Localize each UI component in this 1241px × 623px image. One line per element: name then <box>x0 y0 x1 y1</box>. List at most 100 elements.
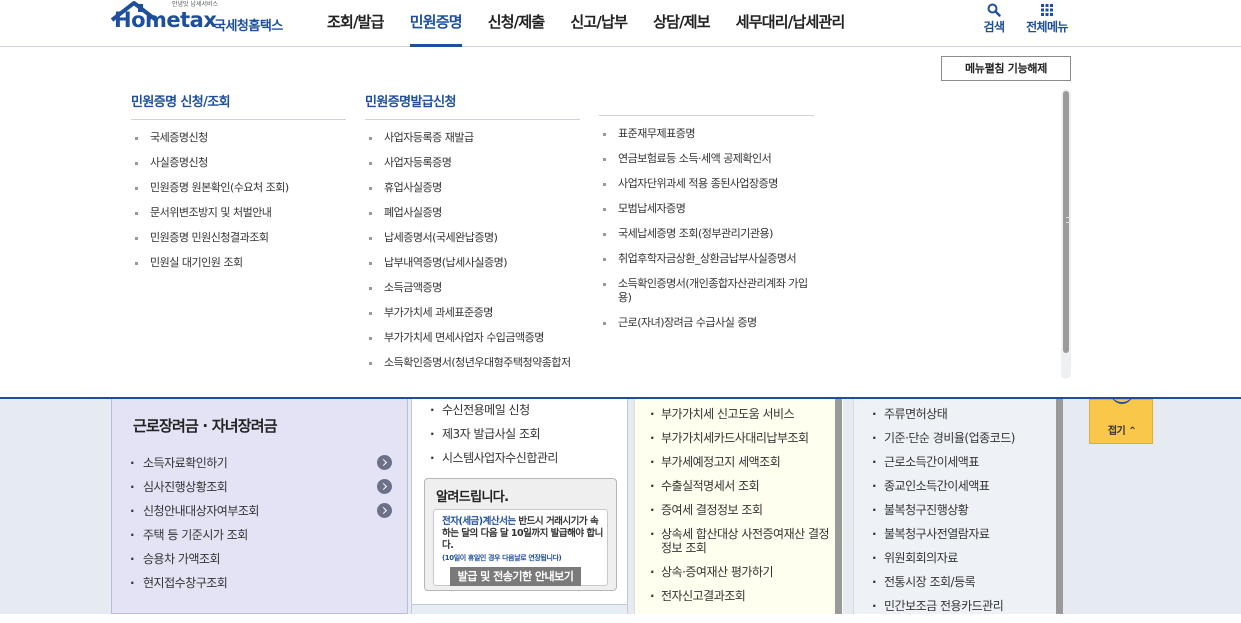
menu-item[interactable]: 민원증명 민원신청결과조회 <box>131 231 346 245</box>
menu-item[interactable]: 사실증명신청 <box>131 156 346 170</box>
menu-item[interactable]: 납부내역증명(납세사실증명) <box>365 256 580 270</box>
all-menu-label: 전체메뉴 <box>1026 20 1068 34</box>
earned-income-credit-list: 소득자료확인하기 심사진행상황조회 신청안내대상자여부조회 주택 등 기준시가 … <box>130 455 392 599</box>
list-item[interactable]: 주택 등 기준시가 조회 <box>130 527 392 551</box>
list-item[interactable]: 소득자료확인하기 <box>130 455 392 479</box>
menu-item[interactable]: 납세증명서(국세완납증명) <box>365 231 580 245</box>
mega-column-list: 사업자등록증 재발급 사업자등록증명 휴업사실증명 폐업사실증명 납세증명서(국… <box>365 131 580 367</box>
menu-item[interactable]: 근로(자녀)장려금 수급사실 증명 <box>599 316 814 330</box>
logo-tagline: 안녕맛 납세서비스 <box>172 1 219 8</box>
global-nav: 조회/발급 민원증명 신청/제출 신고/납부 상담/제보 세무대리/납세관리 <box>314 0 857 47</box>
search-icon <box>987 3 1001 17</box>
menu-item[interactable]: 사업자등록증명 <box>365 156 580 170</box>
list-item[interactable]: 불복청구사전열람자료 <box>872 527 1052 541</box>
list-item[interactable]: 상속·증여재산 평가하기 <box>650 565 832 579</box>
list-item[interactable]: 증여세 결정정보 조회 <box>650 503 832 517</box>
mega-menu-scrollbar[interactable] <box>1061 89 1071 379</box>
list-item[interactable]: 민간보조금 전용카드관리 <box>872 599 1052 613</box>
menu-item[interactable]: 소득확인증명서(개인종합자산관리계좌 가입용) <box>599 277 814 305</box>
list-item[interactable]: 현지접수창구조회 <box>130 575 392 599</box>
menu-item[interactable]: 문서위변조방지 및 처벌안내 <box>131 206 346 220</box>
nav-civil-certificates[interactable]: 민원증명 <box>397 0 475 47</box>
menu-item[interactable]: 국세납세증명 조회(정부관리기관용) <box>599 227 814 241</box>
mega-column-civil-request: 민원증명 신청/조회 국세증명신청 사실증명신청 민원증명 원본확인(수요처 조… <box>131 91 346 281</box>
list-item[interactable]: 위원회회의자료 <box>872 551 1052 565</box>
go-arrow-icon[interactable] <box>377 479 392 494</box>
menu-item[interactable]: 모범납세자증명 <box>599 202 814 216</box>
list-item[interactable]: 부가세예정고지 세액조회 <box>650 455 832 469</box>
menu-item[interactable]: 취업후학자금상환_상환금납부사실증명서 <box>599 252 814 266</box>
mega-column-certificate-issue: 민원증명발급신청 사업자등록증 재발급 사업자등록증명 휴업사실증명 폐업사실증… <box>365 91 580 367</box>
list-item[interactable]: 승용차 가액조회 <box>130 551 392 575</box>
list-item[interactable]: 부가가치세 신고도움 서비스 <box>650 407 832 421</box>
issuance-deadline-guide-button[interactable]: 발급 및 전송기한 안내보기 <box>450 567 581 586</box>
menu-item[interactable]: 소득확인증명서(청년우대형주택청약종합저축 가입 및 과세특례 신청용) <box>365 356 580 367</box>
nav-apply-submit[interactable]: 신청/제출 <box>475 0 558 47</box>
list-item[interactable]: 주류면허상태 <box>872 407 1052 421</box>
list-item-label: 승용차 가액조회 <box>143 552 221 566</box>
search-button[interactable]: 검색 <box>979 0 1009 44</box>
menu-item[interactable]: 민원증명 원본확인(수요처 조회) <box>131 181 346 195</box>
go-arrow-icon[interactable] <box>377 455 392 470</box>
list-item[interactable]: 수신전용메일 신청 <box>430 402 558 426</box>
list-item[interactable]: 심사진행상황조회 <box>130 479 392 503</box>
mega-column-title: 민원증명발급신청 <box>365 91 580 120</box>
panel-scrollbar[interactable] <box>1056 399 1063 614</box>
list-item[interactable]: 수출실적명세서 조회 <box>650 479 832 493</box>
nav-tax-agent[interactable]: 세무대리/납세관리 <box>723 0 858 47</box>
scrollbar-thumb[interactable] <box>1063 91 1070 353</box>
mega-column-list: 표준재무제표증명 연금보험료등 소득·세액 공제확인서 사업자단위과세 적용 종… <box>599 127 814 330</box>
nav-consult-report[interactable]: 상담/제보 <box>640 0 723 47</box>
nav-inquiry-issue[interactable]: 조회/발급 <box>314 0 397 47</box>
fold-button[interactable]: 접기 ⌃ <box>1089 399 1153 444</box>
menu-item[interactable]: 부가가치세 과세표준증명 <box>365 306 580 320</box>
vat-services-list: 부가가치세 신고도움 서비스 부가가치세카드사대리납부조회 부가세예정고지 세액… <box>650 407 832 613</box>
tax-info-panel: 주류면허상태 기준·단순 경비율(업종코드) 근로소득간이세액표 종교인소득간이… <box>853 399 1056 614</box>
list-item-label: 현지접수창구조회 <box>143 576 228 590</box>
list-item[interactable]: 제3자 발급사실 조회 <box>430 426 558 450</box>
earned-income-credit-panel: 근로장려금 · 자녀장려금 소득자료확인하기 심사진행상황조회 신청안내대상자여… <box>111 399 408 614</box>
list-item[interactable]: 기준·단순 경비율(업종코드) <box>872 431 1052 445</box>
list-item[interactable]: 신청안내대상자여부조회 <box>130 503 392 527</box>
list-item-label: 소득자료확인하기 <box>143 456 228 470</box>
menu-item[interactable]: 표준재무제표증명 <box>599 127 814 141</box>
list-item-label: 주택 등 기준시가 조회 <box>143 528 248 542</box>
nav-report-pay[interactable]: 신고/납부 <box>557 0 640 47</box>
menu-item[interactable]: 사업자단위과세 적용 종된사업장증명 <box>599 177 814 191</box>
list-item[interactable]: 상속세 합산대상 사전증여재산 결정정보 조회 <box>650 527 832 555</box>
hometax-logo[interactable]: 안녕맛 납세서비스 Hometax 국세청홈택스 <box>110 0 300 44</box>
list-item[interactable]: 전통시장 조회/등록 <box>872 575 1052 589</box>
menu-item[interactable]: 국세증명신청 <box>131 131 346 145</box>
list-item[interactable]: 근로소득간이세액표 <box>872 455 1052 469</box>
fold-label: 접기 ⌃ <box>1107 426 1137 437</box>
menu-item[interactable]: 부가가치세 면세사업자 수입금액증명 <box>365 331 580 345</box>
menu-item[interactable]: 폐업사실증명 <box>365 206 580 220</box>
notice-message: 전자(세금)계산서는 반드시 거래시기가 속하는 달의 다음 달 10일까지 발… <box>442 516 604 552</box>
grid-menu-icon <box>1041 4 1053 16</box>
menu-item[interactable]: 연금보험료등 소득·세액 공제확인서 <box>599 152 814 166</box>
menu-item[interactable]: 소득금액증명 <box>365 281 580 295</box>
e-invoice-panel: 수신전용메일 신청 제3자 발급사실 조회 시스템사업자수신합관리 알려드립니다… <box>411 399 628 614</box>
notice-subtext: (10일이 휴일인 경우 다음날로 연장됩니다) <box>442 554 562 562</box>
page-background-content: 근로장려금 · 자녀장려금 소득자료확인하기 심사진행상황조회 신청안내대상자여… <box>0 399 1241 614</box>
mega-column-title: ​ <box>599 91 814 116</box>
mega-column-certificate-issue-cont: ​ 표준재무제표증명 연금보험료등 소득·세액 공제확인서 사업자단위과세 적용… <box>599 91 814 341</box>
list-item[interactable]: 전자신고결과조회 <box>650 589 832 603</box>
list-item[interactable]: 종교인소득간이세액표 <box>872 479 1052 493</box>
scrollbar-grip-icon <box>1066 217 1070 223</box>
e-invoice-list: 수신전용메일 신청 제3자 발급사실 조회 시스템사업자수신합관리 <box>430 402 558 474</box>
tax-info-list: 주류면허상태 기준·단순 경비율(업종코드) 근로소득간이세액표 종교인소득간이… <box>872 407 1052 623</box>
notice-highlight: 전자(세금)계산서는 <box>442 516 516 527</box>
list-item-label: 심사진행상황조회 <box>143 480 228 494</box>
list-item[interactable]: 불복청구진행상황 <box>872 503 1052 517</box>
go-arrow-icon[interactable] <box>377 503 392 518</box>
next-panel-edge <box>412 604 627 614</box>
menu-item[interactable]: 민원실 대기인원 조회 <box>131 256 346 270</box>
menu-item[interactable]: 휴업사실증명 <box>365 181 580 195</box>
panel-scrollbar[interactable] <box>835 399 842 614</box>
list-item[interactable]: 시스템사업자수신합관리 <box>430 450 558 474</box>
menu-item[interactable]: 사업자등록증 재발급 <box>365 131 580 145</box>
list-item[interactable]: 부가가치세카드사대리납부조회 <box>650 431 832 445</box>
all-menu-button[interactable]: 전체메뉴 <box>1021 0 1073 44</box>
disable-menu-expand-button[interactable]: 메뉴펼침 기능해제 <box>941 56 1071 81</box>
